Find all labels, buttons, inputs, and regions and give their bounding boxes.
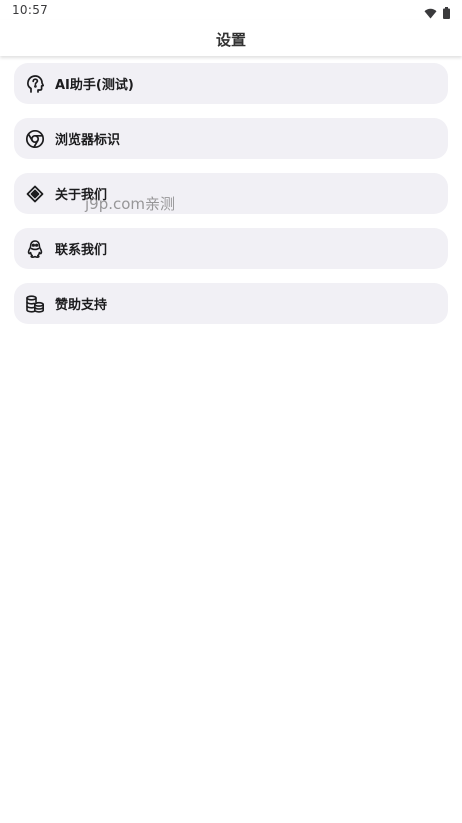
coins-icon [25,294,45,314]
menu-item-label: 赞助支持 [55,298,108,313]
app-bar: 设置 [0,20,462,56]
qq-penguin-icon [25,239,45,259]
menu-item-label: 联系我们 [55,243,108,258]
ai-head-icon [25,74,45,94]
menu-item-about-us[interactable]: 关于我们 [14,173,448,214]
menu-item-label: 关于我们 [55,188,108,203]
menu-item-sponsor[interactable]: 赞助支持 [14,283,448,324]
page-title: 设置 [215,31,246,49]
menu-item-ai-assistant[interactable]: AI助手(测试) [14,63,448,104]
menu-item-contact-us[interactable]: 联系我们 [14,228,448,269]
menu-item-label: AI助手(测试) [55,78,134,93]
status-time: 10:57 [12,3,49,17]
menu-item-label: 浏览器标识 [55,133,121,148]
settings-list: AI助手(测试) 浏览器标识 关于我们 联系我们 赞助支持 [14,63,448,338]
diamond-icon [25,184,45,204]
chrome-icon [25,129,45,149]
status-bar: 10:57 [0,0,462,20]
menu-item-browser-ua[interactable]: 浏览器标识 [14,118,448,159]
